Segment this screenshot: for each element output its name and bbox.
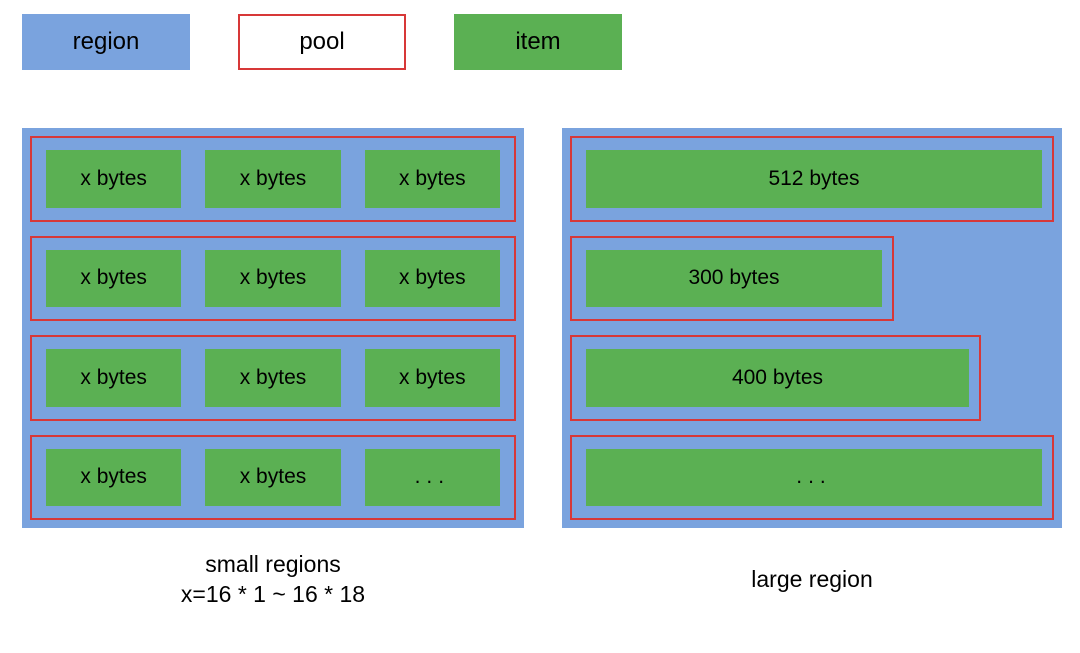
diagram-stage: region pool item x bytes x bytes x bytes…: [0, 0, 1080, 653]
item-label: x bytes: [240, 266, 307, 290]
item-label: x bytes: [80, 366, 147, 390]
item-label: x bytes: [80, 465, 147, 489]
item-box-ellipsis: ...: [365, 449, 500, 507]
large-region-caption: large region: [562, 565, 1062, 595]
small-pool: x bytes x bytes x bytes: [30, 236, 516, 322]
item-label: 300 bytes: [688, 266, 779, 290]
item-box: x bytes: [46, 449, 181, 507]
item-label: ...: [796, 465, 832, 489]
large-pool: 400 bytes: [570, 335, 981, 421]
item-label: x bytes: [399, 366, 466, 390]
large-pool: 300 bytes: [570, 236, 894, 322]
large-region-caption-text: large region: [562, 565, 1062, 595]
item-box: x bytes: [46, 349, 181, 407]
item-box: 400 bytes: [586, 349, 969, 407]
item-label: 400 bytes: [732, 366, 823, 390]
small-pool: x bytes x bytes x bytes: [30, 136, 516, 222]
legend: region pool item: [22, 14, 622, 70]
item-label: 512 bytes: [768, 167, 859, 191]
item-label: x bytes: [399, 266, 466, 290]
item-label: x bytes: [80, 167, 147, 191]
legend-pool-swatch: pool: [238, 14, 406, 70]
item-box: x bytes: [205, 349, 340, 407]
small-regions-caption-line2: x=16 * 1 ~ 16 * 18: [22, 580, 524, 610]
legend-item-swatch: item: [454, 14, 622, 70]
item-label: x bytes: [240, 366, 307, 390]
item-box: x bytes: [205, 150, 340, 208]
item-box: x bytes: [205, 449, 340, 507]
item-box: x bytes: [46, 150, 181, 208]
item-box: x bytes: [365, 250, 500, 308]
small-regions-block: x bytes x bytes x bytes x bytes x bytes …: [22, 128, 524, 528]
item-box: x bytes: [46, 250, 181, 308]
item-label: x bytes: [240, 167, 307, 191]
item-box-ellipsis: ...: [586, 449, 1042, 507]
item-box: 512 bytes: [586, 150, 1042, 208]
legend-region-swatch: region: [22, 14, 190, 70]
small-pool: x bytes x bytes x bytes: [30, 335, 516, 421]
item-box: x bytes: [205, 250, 340, 308]
item-box: 300 bytes: [586, 250, 882, 308]
small-regions-caption: small regions x=16 * 1 ~ 16 * 18: [22, 550, 524, 610]
legend-item-label: item: [515, 28, 560, 56]
item-label: x bytes: [80, 266, 147, 290]
legend-region-label: region: [73, 28, 140, 56]
item-label: x bytes: [240, 465, 307, 489]
large-pool: ...: [570, 435, 1054, 521]
item-box: x bytes: [365, 349, 500, 407]
item-label: ...: [415, 465, 451, 489]
large-region-block: 512 bytes 300 bytes 400 bytes ...: [562, 128, 1062, 528]
small-regions-caption-line1: small regions: [22, 550, 524, 580]
item-box: x bytes: [365, 150, 500, 208]
large-pool: 512 bytes: [570, 136, 1054, 222]
item-label: x bytes: [399, 167, 466, 191]
legend-pool-label: pool: [299, 28, 344, 56]
small-pool: x bytes x bytes ...: [30, 435, 516, 521]
